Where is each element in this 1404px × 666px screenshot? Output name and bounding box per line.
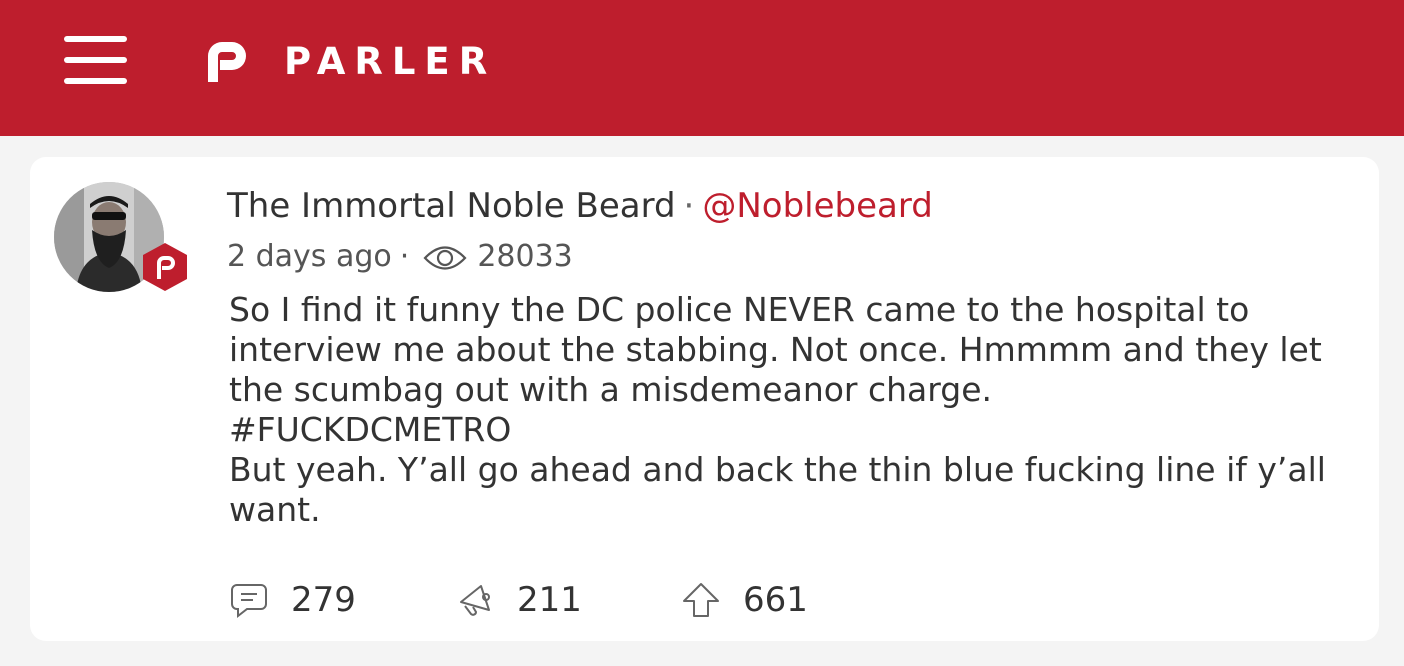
hamburger-menu-icon[interactable]	[64, 36, 127, 84]
comment-icon	[231, 584, 267, 619]
author-name[interactable]: The Immortal Noble Beard	[227, 186, 676, 226]
echo-count: 211	[517, 580, 582, 620]
post-timestamp: 2 days ago	[227, 239, 392, 274]
post-card: The Immortal Noble Beard · @Noblebeard 2 d…	[30, 157, 1379, 641]
upvote-arrow-icon	[683, 583, 719, 617]
echo-button[interactable]: 211	[455, 575, 582, 625]
brand-wordmark[interactable]: PARLER	[284, 40, 496, 84]
verified-badge-icon	[143, 243, 187, 291]
separator-dot: ·	[683, 186, 695, 226]
post-meta-line: 2 days ago · 28033	[227, 237, 573, 277]
post-body-text: So I find it funny the DC police NEVER c…	[229, 290, 1326, 529]
post-author-line: The Immortal Noble Beard · @Noblebeard	[227, 185, 933, 227]
top-navigation-bar: PARLER	[0, 0, 1404, 136]
comment-count: 279	[291, 580, 356, 620]
view-count: 28033	[477, 239, 573, 274]
parler-p-logo-icon[interactable]	[202, 38, 254, 86]
comment-button[interactable]: 279	[229, 575, 356, 625]
eye-icon	[423, 245, 467, 270]
upvote-count: 661	[743, 580, 808, 620]
megaphone-icon	[460, 585, 490, 616]
separator-dot: ·	[399, 239, 410, 274]
author-handle[interactable]: @Noblebeard	[702, 186, 932, 226]
upvote-button[interactable]: 661	[681, 575, 808, 625]
